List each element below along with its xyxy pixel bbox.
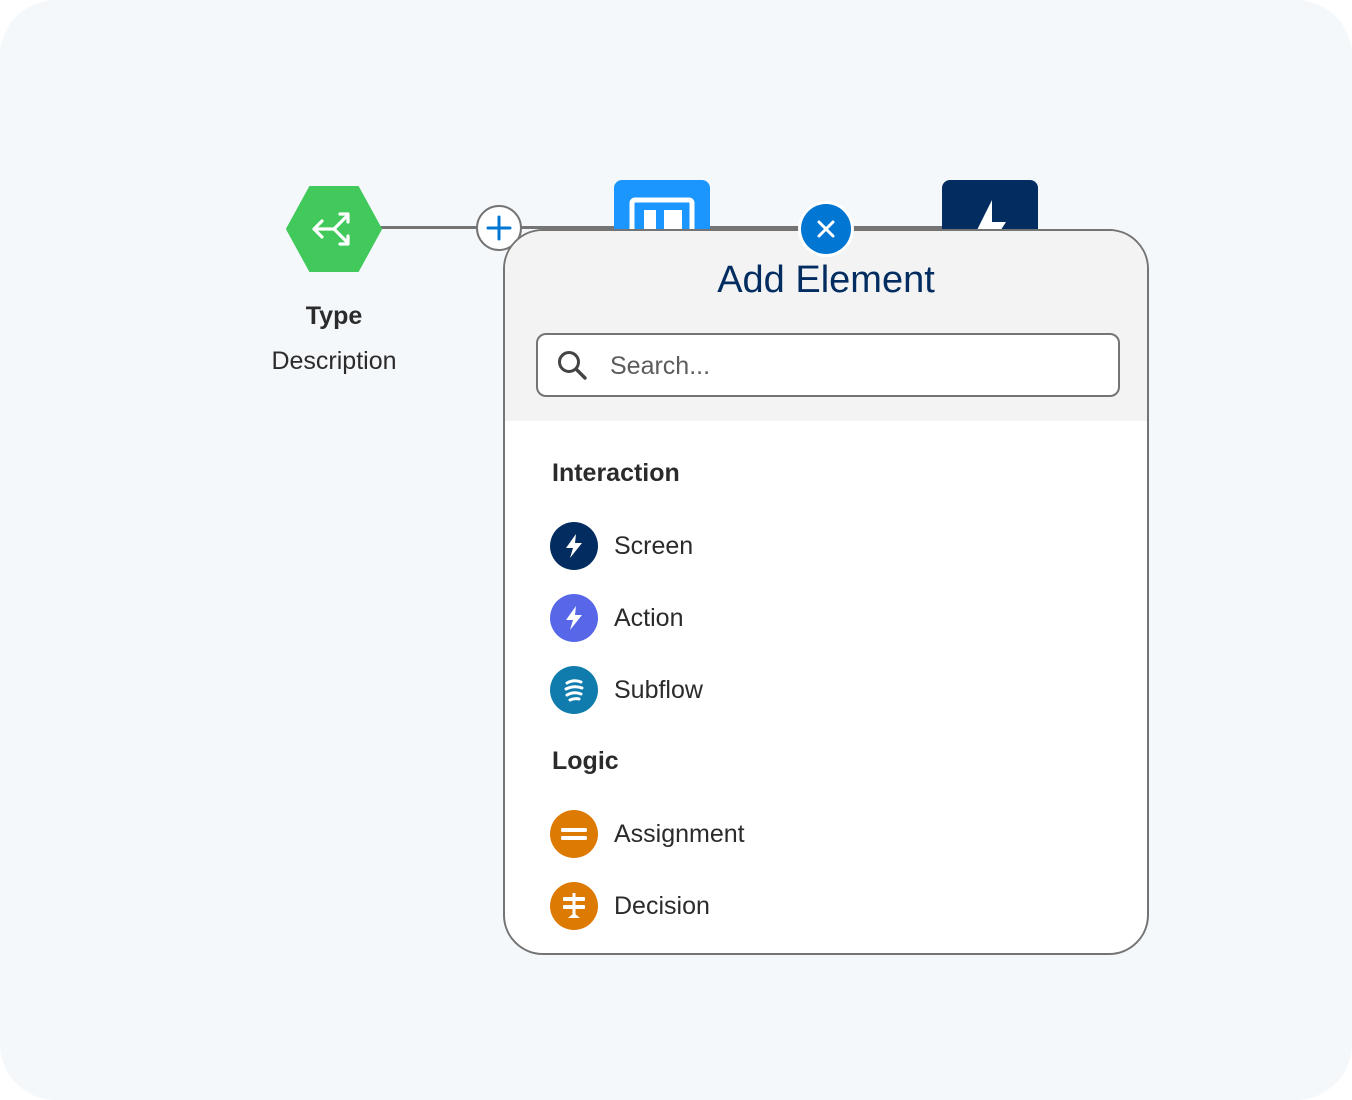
search-icon	[558, 351, 587, 380]
element-item-subflow[interactable]: Subflow	[550, 664, 970, 716]
panel-header: Add Element	[505, 231, 1147, 421]
add-element-panel: Add Element Interaction Screen Action	[503, 229, 1149, 955]
close-panel-button[interactable]	[801, 204, 851, 254]
start-node[interactable]	[286, 186, 382, 272]
start-node-description: Description	[271, 347, 397, 375]
search-box[interactable]	[536, 333, 1120, 397]
flow-start-icon	[286, 186, 382, 272]
panel-title: Add Element	[717, 259, 935, 301]
search-input[interactable]	[608, 343, 1102, 389]
element-item-label: Assignment	[614, 820, 745, 848]
element-item-label: Action	[614, 604, 684, 632]
element-item-label: Subflow	[614, 676, 703, 704]
element-item-action[interactable]: Action	[550, 592, 970, 644]
lightning-icon	[550, 594, 598, 642]
element-item-screen[interactable]: Screen	[550, 520, 970, 572]
element-item-assignment[interactable]: Assignment	[550, 808, 970, 860]
subflow-icon	[550, 666, 598, 714]
section-heading-logic: Logic	[552, 747, 619, 775]
signpost-icon	[550, 882, 598, 930]
element-item-label: Screen	[614, 532, 694, 560]
lightning-icon	[550, 522, 598, 570]
element-item-decision[interactable]: Decision	[550, 880, 970, 932]
start-node-title: Type	[305, 302, 363, 330]
section-heading-interaction: Interaction	[552, 459, 680, 487]
close-icon	[817, 220, 835, 238]
flow-canvas: Type Description Add Element Search... I…	[0, 0, 1352, 1100]
element-item-label: Decision	[614, 892, 710, 920]
equals-icon	[550, 810, 598, 858]
